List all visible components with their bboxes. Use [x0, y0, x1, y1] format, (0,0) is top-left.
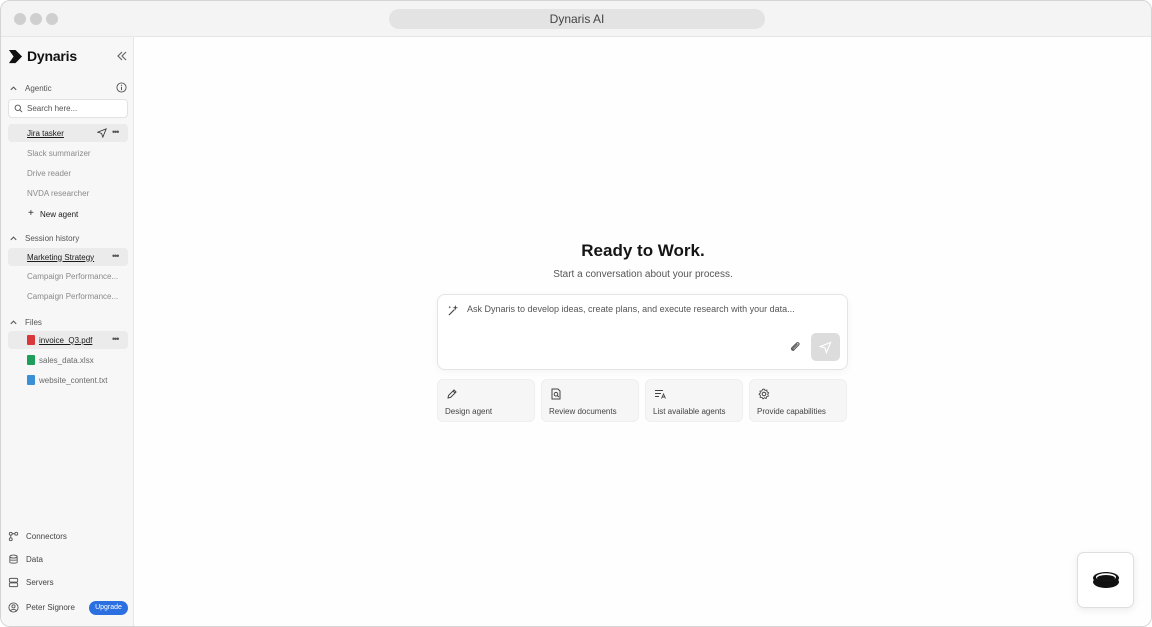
server-icon [8, 577, 19, 587]
collapse-sidebar-icon[interactable] [115, 49, 129, 63]
pdf-file-icon [27, 335, 35, 345]
maximize-window-button[interactable] [46, 13, 58, 25]
section-files[interactable]: Files [9, 315, 42, 329]
send-icon[interactable] [97, 128, 107, 138]
document-search-icon [551, 388, 561, 400]
close-window-button[interactable] [14, 13, 26, 25]
agent-item-label: Drive reader [27, 168, 72, 178]
session-item-label: Campaign Performance... [27, 271, 119, 281]
agent-item-label: Slack summarizer [27, 148, 91, 158]
data-link[interactable]: Data [8, 551, 43, 567]
minimize-window-button[interactable] [30, 13, 42, 25]
chevron-up-icon [10, 85, 17, 90]
connectors-link[interactable]: Connectors [8, 528, 67, 544]
gear-icon [758, 388, 770, 400]
chevron-up-icon [10, 319, 17, 324]
session-item-label: Marketing Strategy [27, 252, 95, 262]
suggestion-provide-capabilities[interactable]: Provide capabilities [749, 379, 847, 422]
chat-composer [437, 294, 848, 370]
more-options-icon[interactable]: ••• [112, 251, 120, 261]
file-item-website-content[interactable]: website_content.txt [8, 371, 128, 389]
session-item-campaign-performance[interactable]: Campaign Performance... [8, 287, 128, 305]
file-item-label: sales_data.xlsx [39, 355, 94, 365]
page-title: Ready to Work. [581, 241, 705, 260]
brand[interactable]: Dynaris [8, 47, 77, 65]
page-subtitle: Start a conversation about your process. [553, 269, 733, 280]
agent-item-label: Jira tasker [27, 128, 64, 138]
file-item-label: website_content.txt [39, 375, 108, 385]
assistant-widget-button[interactable] [1077, 552, 1134, 608]
agent-item-nvda-researcher[interactable]: NVDA researcher [8, 184, 128, 202]
list-icon [655, 390, 666, 399]
section-session-history-label: Session history [25, 233, 80, 243]
send-message-button[interactable] [811, 333, 840, 361]
sidebar: Dynaris Agentic Jira tasker [1, 37, 134, 626]
file-item-sales-data[interactable]: sales_data.xlsx [8, 351, 128, 369]
suggestion-review-documents[interactable]: Review documents [541, 379, 639, 422]
attach-paperclip-icon[interactable] [788, 340, 802, 354]
prompt-input[interactable] [467, 304, 837, 334]
servers-link[interactable]: Servers [8, 574, 54, 590]
section-session-history[interactable]: Session history [9, 231, 79, 245]
send-icon [819, 340, 832, 354]
title-bar: Dynaris AI [1, 1, 1151, 37]
session-item-campaign-performance[interactable]: Campaign Performance... [8, 267, 128, 285]
search-input[interactable] [27, 104, 127, 113]
chevron-up-icon [10, 235, 17, 240]
assistant-puck-icon [1092, 572, 1119, 588]
database-icon [9, 554, 18, 564]
sparkle-wand-icon [448, 304, 459, 316]
app-window: Dynaris AI Dynaris Agentic Search here..… [0, 0, 1152, 627]
section-files-label: Files [25, 317, 42, 327]
session-item-marketing-strategy[interactable]: Marketing Strategy ••• [8, 248, 128, 266]
suggestion-label: Design agent [445, 407, 493, 416]
more-options-icon[interactable]: ••• [112, 127, 120, 137]
new-agent-label: New agent [40, 209, 79, 219]
data-label: Data [26, 554, 43, 564]
new-agent-button[interactable]: + New agent [8, 205, 128, 223]
suggestion-list-agents[interactable]: List available agents [645, 379, 743, 422]
section-agentic[interactable]: Agentic [9, 81, 52, 95]
user-name: Peter Signore [26, 602, 75, 612]
pen-icon [447, 389, 457, 399]
connectors-icon [8, 531, 19, 541]
dynaris-logo-icon [8, 49, 23, 63]
suggestion-design-agent[interactable]: Design agent [437, 379, 535, 422]
agent-search[interactable] [8, 99, 128, 118]
suggestion-label: List available agents [653, 407, 726, 416]
suggestion-label: Provide capabilities [757, 407, 826, 416]
user-avatar-icon [8, 601, 19, 613]
window-title: Dynaris AI [389, 9, 765, 29]
file-item-invoice[interactable]: invoice_Q3.pdf ••• [8, 331, 128, 349]
agent-item-jira-tasker[interactable]: Jira tasker ••• [8, 124, 128, 142]
file-item-label: invoice_Q3.pdf [39, 335, 93, 345]
info-icon[interactable] [116, 82, 127, 93]
text-file-icon [27, 375, 35, 385]
spreadsheet-file-icon [27, 355, 35, 365]
servers-label: Servers [26, 577, 54, 587]
suggestion-label: Review documents [549, 407, 617, 416]
more-options-icon[interactable]: ••• [112, 334, 120, 344]
connectors-label: Connectors [26, 531, 67, 541]
upgrade-button[interactable]: Upgrade [89, 601, 128, 615]
session-item-label: Campaign Performance... [27, 291, 119, 301]
agent-item-drive-reader[interactable]: Drive reader [8, 164, 128, 182]
agent-item-slack-summarizer[interactable]: Slack summarizer [8, 144, 128, 162]
main-panel: Ready to Work. Start a conversation abou… [134, 37, 1151, 626]
agent-item-label: NVDA researcher [27, 188, 90, 198]
plus-icon: + [28, 208, 34, 219]
section-agentic-label: Agentic [25, 83, 52, 93]
search-icon [14, 104, 23, 113]
brand-name: Dynaris [27, 48, 77, 64]
user-profile[interactable]: Peter Signore [8, 599, 75, 615]
